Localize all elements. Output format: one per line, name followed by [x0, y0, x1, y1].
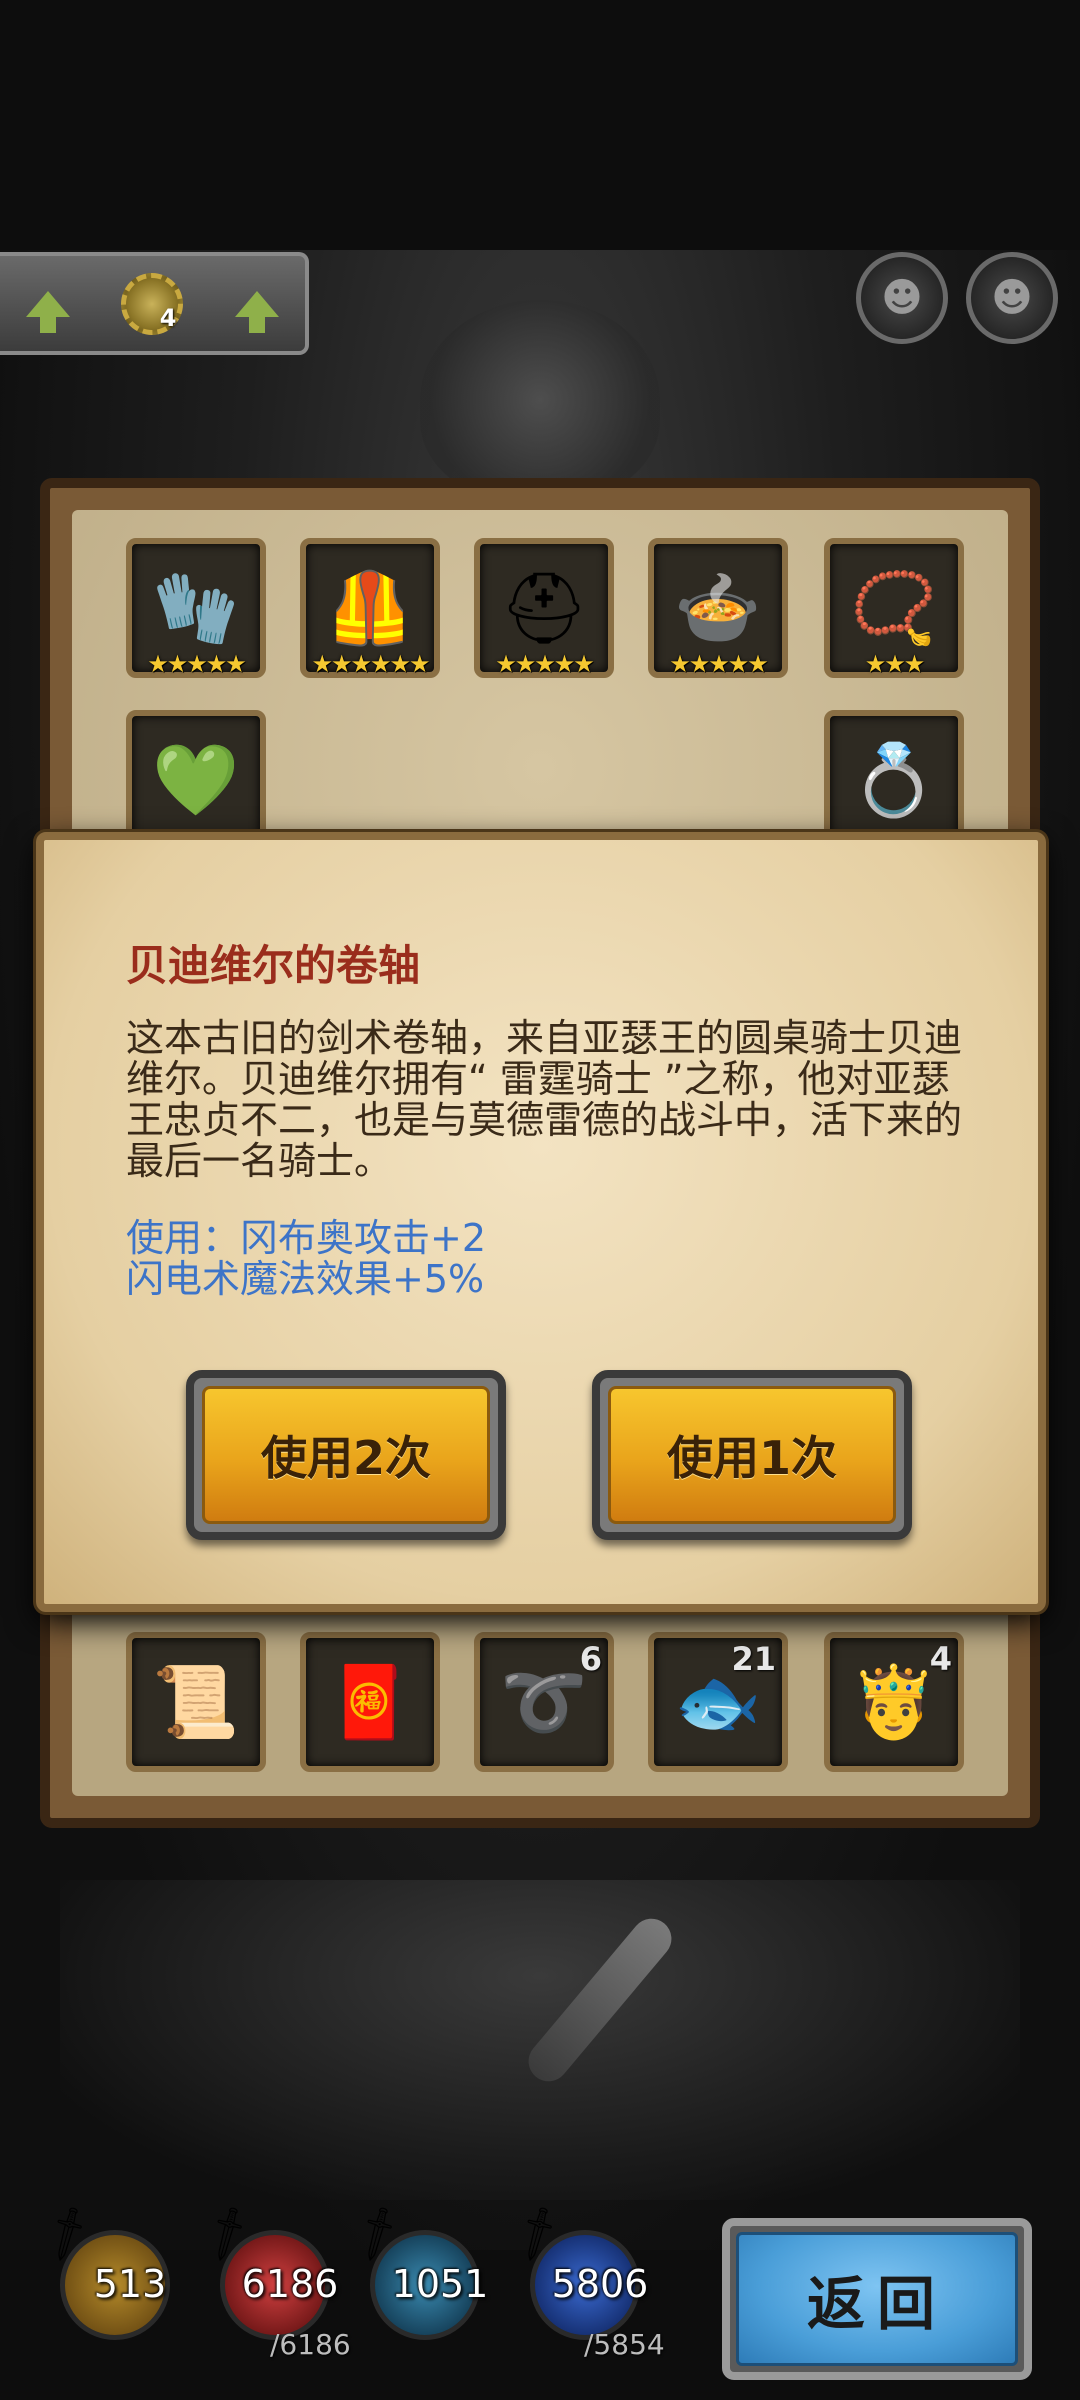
- helmet-icon: ⛑: [499, 567, 589, 649]
- hp-value: 6186: [241, 2262, 339, 2306]
- star-rating: ★★★★★: [669, 650, 769, 678]
- star-rating: ★★★★★: [495, 650, 595, 678]
- belt-ring-icon: 💚: [152, 739, 240, 821]
- creature-avatar-button[interactable]: ☻: [856, 252, 948, 344]
- helmet-avatar-button[interactable]: ☻: [966, 252, 1058, 344]
- defense-value: 1051: [391, 2262, 489, 2306]
- hero-token-icon: 🤴: [850, 1661, 938, 1743]
- attack-value: 513: [93, 2262, 167, 2306]
- equipment-slot[interactable]: 🍲 ★★★★★: [648, 538, 788, 678]
- equipment-slot[interactable]: ⛑ ★★★★★: [474, 538, 614, 678]
- equipment-slot[interactable]: 💍: [824, 710, 964, 850]
- equipment-slot[interactable]: 📿 ★★★: [824, 538, 964, 678]
- level-banner[interactable]: 4: [0, 252, 309, 355]
- anvil-decoration: [420, 300, 660, 500]
- item-count: 6: [579, 1640, 602, 1678]
- mp-stat: 🗡 5806 /5854: [504, 2201, 665, 2361]
- consumable-slot[interactable]: 🐟 21: [648, 1632, 788, 1772]
- demon-head-icon: ☻: [881, 275, 923, 321]
- star-rating: ★★★★★: [147, 650, 247, 678]
- effect-line: 使用：冈布奥攻击+2: [126, 1216, 487, 1260]
- use-once-label: 使用1次: [608, 1386, 896, 1524]
- bracer-icon: 🧤: [152, 567, 240, 649]
- use-twice-button[interactable]: 使用2次: [186, 1370, 506, 1540]
- armor-icon: 🦺: [326, 567, 414, 649]
- use-once-button[interactable]: 使用1次: [592, 1370, 912, 1540]
- equipment-slot[interactable]: 💚: [126, 710, 266, 850]
- gear-level-icon: 4: [121, 272, 184, 335]
- item-count: 4: [929, 1640, 952, 1678]
- amulet-icon: 📿: [850, 567, 938, 649]
- use-twice-label: 使用2次: [202, 1386, 490, 1524]
- item-description: 这本古旧的剑术卷轴，来自亚瑟王的圆桌骑士贝迪维尔。贝迪维尔拥有“ 雷霆骑士 ”之…: [126, 1016, 963, 1183]
- upgrade-arrow-icon: [235, 290, 280, 333]
- pot-icon: 🍲: [674, 567, 762, 649]
- effect-line: 闪电术魔法效果+5%: [126, 1257, 485, 1301]
- ring-icon: 💍: [850, 739, 938, 821]
- red-scroll-icon: 🧧: [326, 1661, 414, 1743]
- level-badge: 4: [159, 303, 177, 332]
- consumable-slot[interactable]: 🤴 4: [824, 1632, 964, 1772]
- star-rating: ★★★★★★: [311, 650, 430, 678]
- helmet-head-icon: ☻: [991, 275, 1033, 321]
- consumable-slot[interactable]: ➰ 6: [474, 1632, 614, 1772]
- item-count: 21: [731, 1640, 776, 1678]
- scroll-icon: 📜: [152, 1661, 240, 1743]
- back-button[interactable]: 返回: [722, 2218, 1032, 2380]
- hp-stat: 🗡 6186 /6186: [194, 2201, 351, 2361]
- consumable-slot[interactable]: 📜: [126, 1632, 266, 1772]
- item-effect: 使用：冈布奥攻击+2 闪电术魔法效果+5%: [126, 1218, 486, 1300]
- equipment-slot[interactable]: 🦺 ★★★★★★: [300, 538, 440, 678]
- attack-stat: 🗡 513: [34, 2201, 190, 2350]
- whip-icon: ➰: [500, 1661, 588, 1743]
- mp-value: 5806: [551, 2262, 649, 2306]
- mp-max: /5854: [584, 2328, 665, 2361]
- item-title: 贝迪维尔的卷轴: [126, 941, 421, 990]
- hp-max: /6186: [270, 2328, 351, 2361]
- consumable-slot[interactable]: 🧧: [300, 1632, 440, 1772]
- defense-stat: 🗡 1051: [344, 2201, 500, 2350]
- item-detail-dialog: 贝迪维尔的卷轴 这本古旧的剑术卷轴，来自亚瑟王的圆桌骑士贝迪维尔。贝迪维尔拥有“…: [36, 832, 1046, 1612]
- star-rating: ★★★: [864, 650, 926, 678]
- upgrade-arrow-icon: [25, 290, 70, 333]
- equipment-slot[interactable]: 🧤 ★★★★★: [126, 538, 266, 678]
- back-label: 返回: [736, 2232, 1018, 2366]
